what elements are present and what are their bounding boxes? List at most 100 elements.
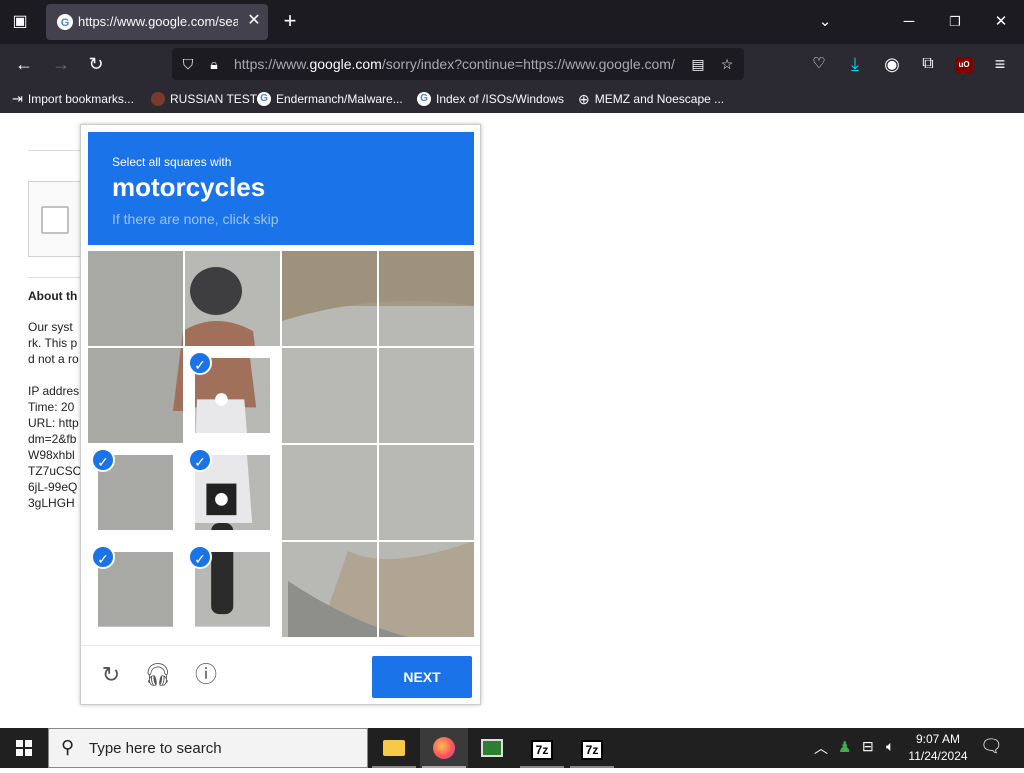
captcha-tile[interactable]: ✓ — [185, 542, 280, 637]
captcha-tile[interactable]: ✓ — [88, 542, 183, 637]
window-close-icon[interactable]: ✕ — [986, 10, 1016, 34]
captcha-tile[interactable] — [379, 542, 474, 637]
recaptcha-checkbox[interactable] — [41, 206, 69, 234]
tile-image — [379, 348, 474, 443]
checkmark-icon: ✓ — [188, 448, 212, 472]
challenge-object: motorcycles — [112, 172, 266, 202]
captcha-tile[interactable] — [282, 251, 377, 346]
tile-image — [379, 251, 474, 346]
tile-image — [185, 251, 280, 346]
captcha-tile[interactable] — [282, 348, 377, 443]
challenge-footer: ↻ 🎧︎ ⓘ NEXT — [81, 645, 480, 705]
audio-challenge-icon[interactable]: 🎧︎ — [143, 660, 173, 690]
captcha-tile[interactable] — [379, 251, 474, 346]
captcha-tile[interactable] — [185, 251, 280, 346]
tile-image — [282, 348, 377, 443]
checkmark-icon: ✓ — [188, 545, 212, 569]
svg-text:G: G — [61, 17, 70, 29]
captcha-tile[interactable]: ✓ — [88, 445, 183, 540]
tile-image — [282, 445, 377, 540]
checkmark-icon: ✓ — [188, 351, 212, 375]
bookmark-memz[interactable]: ⊕ MEMZ and Noescape ... — [578, 90, 724, 108]
bookmark-index-isos[interactable]: G Index of /ISOs/Windows — [417, 90, 564, 108]
reload-challenge-icon[interactable]: ↻ — [96, 660, 126, 690]
tile-image — [88, 348, 183, 443]
notification-icon[interactable]: 🗨︎ — [980, 736, 1003, 757]
pocket-icon[interactable]: ♡ — [806, 52, 832, 78]
minimize-icon[interactable]: ─ — [894, 10, 924, 34]
tab-close-icon[interactable]: ✕ — [244, 11, 264, 31]
browser-toolbar: ← → ↻ ⛉ 🔒︎ https://www.google.com/sorry/… — [0, 44, 1024, 84]
challenge-instruction: Select all squares with — [112, 155, 232, 169]
recaptcha-challenge: Select all squares with motorcycles If t… — [80, 124, 481, 705]
tile-image — [379, 542, 474, 637]
ublock-icon[interactable]: uO — [955, 57, 973, 73]
forward-icon[interactable]: → — [48, 52, 74, 78]
notepad-app-icon[interactable] — [468, 728, 516, 768]
url-bar[interactable]: ⛉ 🔒︎ https://www.google.com/sorry/index?… — [172, 48, 744, 80]
captcha-tile[interactable] — [282, 445, 377, 540]
list-all-tabs-icon[interactable]: ⌄ — [810, 10, 840, 34]
tray-app-icon[interactable]: ♟ — [838, 738, 851, 756]
menu-icon[interactable]: ≡ — [987, 52, 1013, 78]
tile-image — [282, 251, 377, 346]
info-line: dm=2&fb — [28, 432, 77, 446]
next-button[interactable]: NEXT — [372, 656, 472, 698]
info-line: 6jL-99eQ — [28, 480, 78, 494]
bookmark-russian-test[interactable]: RUSSIAN TEST — [151, 90, 257, 108]
captcha-tile[interactable] — [379, 348, 474, 443]
windows-logo-icon — [16, 740, 32, 756]
google-icon: G — [417, 92, 431, 106]
info-icon[interactable]: ⓘ — [191, 660, 221, 690]
reader-view-icon[interactable]: ▤ — [688, 54, 708, 74]
info-line: Time: 20 — [28, 400, 75, 414]
account-icon[interactable]: ◉ — [879, 52, 905, 78]
start-button[interactable] — [0, 728, 48, 768]
checkmark-icon: ✓ — [91, 448, 115, 472]
recaptcha-anchor-box — [28, 181, 82, 257]
image-grid: ✓ ✓ ✓ ✓ ✓ — [88, 251, 474, 637]
captcha-tile[interactable] — [88, 348, 183, 443]
back-icon[interactable]: ← — [11, 52, 37, 78]
restore-icon[interactable]: ❐ — [940, 10, 970, 34]
bookmark-star-icon[interactable]: ☆ — [717, 54, 737, 74]
volume-icon[interactable]: 🔈︎ — [886, 738, 894, 755]
show-hidden-icons-icon[interactable]: ︿ — [814, 738, 828, 758]
bookmark-import[interactable]: ⇥ Import bookmarks... — [12, 90, 134, 108]
url-text[interactable]: https://www.google.com/sorry/index?conti… — [234, 56, 684, 72]
browser-tab-active[interactable]: G https://www.google.com/searc ✕ — [46, 4, 268, 40]
challenge-hint: If there are none, click skip — [112, 211, 279, 227]
network-icon[interactable]: ⊟ — [862, 738, 874, 755]
bookmark-site-icon — [151, 92, 165, 106]
new-tab-icon[interactable]: + — [278, 10, 302, 34]
search-icon: ⚲ — [61, 737, 75, 757]
import-icon: ⇥ — [12, 91, 23, 106]
windows-taskbar: ⚲ Type here to search 7z 7z ︿ ♟ ⊟ 🔈︎ 9:0… — [0, 728, 1024, 768]
captcha-tile[interactable] — [379, 445, 474, 540]
tile-image — [88, 251, 183, 346]
info-line: URL: http — [28, 416, 79, 430]
reload-icon[interactable]: ↻ — [83, 52, 109, 78]
divider — [28, 150, 80, 151]
7zip-app[interactable]: 7z — [568, 728, 616, 768]
shield-icon[interactable]: ⛉ — [178, 54, 198, 74]
taskbar-search-box[interactable]: ⚲ Type here to search — [48, 728, 368, 768]
captcha-tile[interactable] — [88, 251, 183, 346]
captcha-tile[interactable]: ✓ — [185, 348, 280, 443]
checkmark-icon: ✓ — [91, 545, 115, 569]
extensions-icon[interactable]: ⧉ — [915, 52, 941, 78]
file-explorer-icon[interactable] — [370, 728, 418, 768]
firefox-icon[interactable] — [420, 728, 468, 768]
info-line: W98xhbl — [28, 448, 75, 462]
7zip-icon: 7z — [580, 740, 604, 760]
captcha-tile[interactable]: ✓ — [185, 445, 280, 540]
bookmark-endermanch[interactable]: G Endermanch/Malware... — [257, 90, 403, 108]
tab-list-icon[interactable]: ▣ — [6, 10, 34, 34]
downloads-icon[interactable]: ⤓ — [842, 52, 868, 78]
clock-date[interactable]: 11/24/2024 — [904, 749, 972, 763]
clock-time[interactable]: 9:07 AM — [910, 732, 966, 746]
lock-icon[interactable]: 🔒︎ — [204, 54, 224, 74]
info-line: 3gLHGH — [28, 496, 75, 510]
captcha-tile[interactable] — [282, 542, 377, 637]
7zip-app[interactable]: 7z — [518, 728, 566, 768]
